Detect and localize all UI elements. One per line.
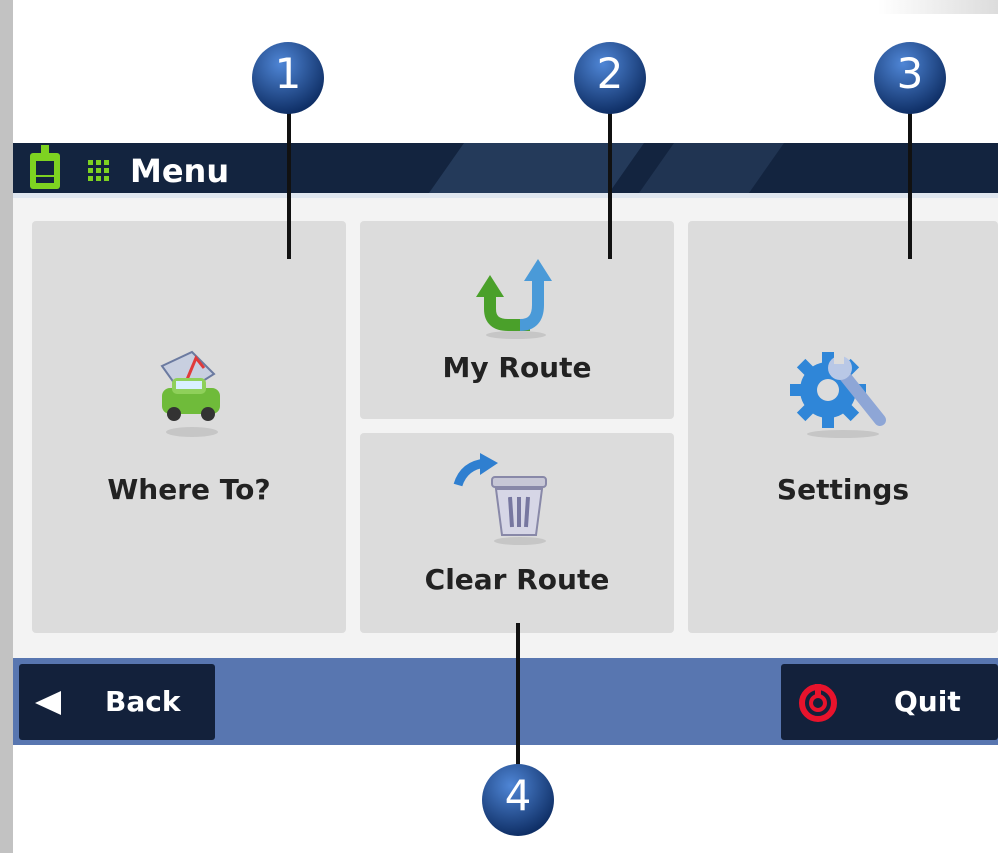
callout-3: 3 — [870, 38, 950, 118]
settings-button[interactable]: Settings — [688, 221, 998, 633]
clear-route-button[interactable]: Clear Route — [360, 433, 674, 633]
left-margin-strip — [0, 0, 13, 853]
menu-icon — [30, 145, 60, 189]
callout-number: 3 — [896, 49, 924, 98]
callout-number: 2 — [596, 49, 624, 98]
where-to-label: Where To? — [107, 473, 271, 506]
back-button[interactable]: Back — [19, 664, 215, 740]
grid-icon — [88, 160, 109, 181]
back-label: Back — [105, 685, 181, 718]
top-fade — [878, 0, 998, 14]
callout-line-3 — [908, 112, 912, 259]
gear-wrench-icon — [790, 352, 886, 438]
callout-line-2 — [608, 112, 612, 259]
back-arrow-icon — [35, 691, 61, 715]
callout-4: 4 — [478, 760, 558, 840]
trash-icon — [453, 453, 547, 545]
callout-number: 1 — [274, 49, 302, 98]
car-icon — [160, 350, 220, 437]
page-title: Menu — [130, 152, 230, 190]
callout-number: 4 — [504, 771, 532, 820]
my-route-button[interactable]: My Route — [360, 221, 674, 419]
callout-1: 1 — [248, 38, 328, 118]
route-arrows-icon — [476, 259, 552, 339]
quit-label: Quit — [894, 685, 961, 718]
callout-line-4 — [516, 623, 520, 773]
callout-2: 2 — [570, 38, 650, 118]
title-bar: Menu — [13, 143, 998, 198]
callout-line-1 — [287, 112, 291, 259]
quit-button[interactable]: Quit — [781, 664, 998, 740]
clear-route-label: Clear Route — [424, 563, 610, 596]
power-icon — [799, 684, 837, 722]
settings-label: Settings — [776, 473, 910, 506]
bottom-bar: Back Quit — [13, 658, 998, 745]
my-route-label: My Route — [442, 351, 592, 384]
menu-screen: Menu Where To? My Route Clear Route Sett… — [13, 143, 998, 745]
where-to-button[interactable]: Where To? — [32, 221, 346, 633]
